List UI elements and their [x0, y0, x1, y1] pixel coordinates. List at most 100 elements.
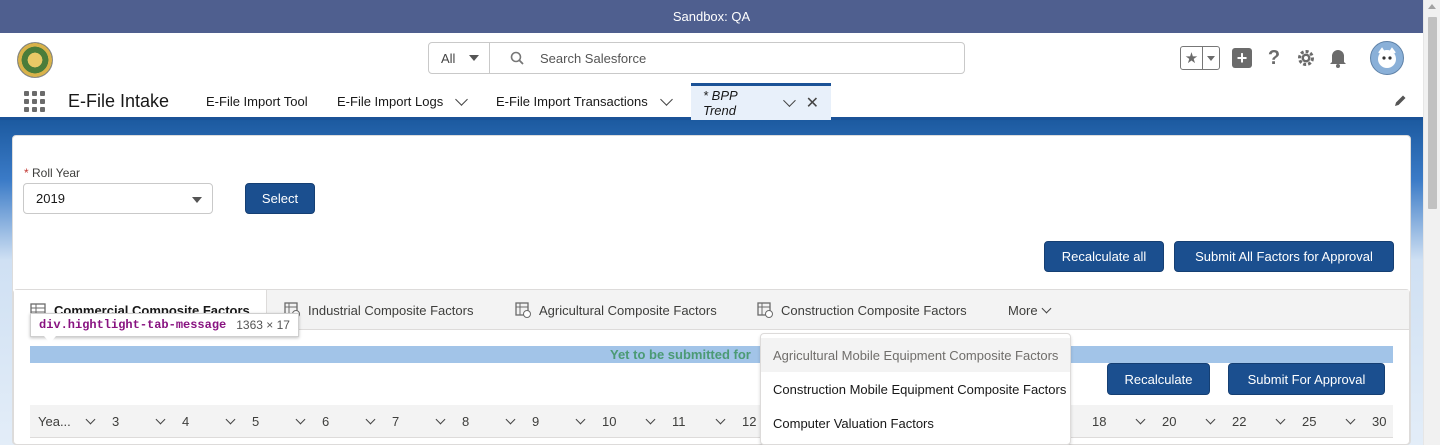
menu-item-construction-mobile-equipment[interactable]: Construction Mobile Equipment Composite …	[761, 372, 1070, 406]
recalculate-all-label: Recalculate all	[1061, 249, 1147, 264]
nav-item-label: E-File Import Logs	[337, 94, 444, 109]
roll-year-label: * Roll Year	[24, 166, 80, 180]
highlight-message-text: Yet to be submitted for	[610, 347, 751, 362]
global-search: All	[428, 42, 965, 74]
column-menu-chevron-icon[interactable]	[295, 405, 306, 438]
scroll-up-arrow-icon[interactable]	[1428, 4, 1436, 9]
favorites-star-icon[interactable]: ★	[1181, 47, 1203, 69]
column-header[interactable]: 12	[742, 405, 756, 438]
column-header[interactable]: 5	[252, 405, 259, 438]
tab-label: Construction Composite Factors	[781, 302, 967, 318]
column-menu-chevron-icon[interactable]	[85, 405, 96, 438]
column-header[interactable]: 6	[322, 405, 329, 438]
select-button[interactable]: Select	[245, 183, 315, 214]
user-avatar[interactable]	[1370, 41, 1404, 75]
column-menu-chevron-icon[interactable]	[575, 405, 586, 438]
sandbox-banner: Sandbox: QA	[0, 0, 1423, 33]
tab-construction-composite-factors[interactable]: Construction Composite Factors	[757, 290, 967, 330]
column-header-label: 3	[112, 414, 120, 429]
search-input[interactable]	[540, 50, 940, 66]
column-header[interactable]: 7	[392, 405, 399, 438]
column-header-label: 8	[462, 414, 470, 429]
column-menu-chevron-icon[interactable]	[225, 405, 236, 438]
column-menu-chevron-icon[interactable]	[715, 405, 726, 438]
column-menu-chevron-icon[interactable]	[505, 405, 516, 438]
column-header[interactable]: 3	[112, 405, 119, 438]
page-scrollbar[interactable]	[1423, 0, 1440, 445]
search-scope-dropdown[interactable]: All	[429, 43, 490, 73]
setup-gear-icon[interactable]	[1296, 48, 1316, 68]
chevron-down-icon[interactable]	[659, 92, 673, 106]
tab-industrial-composite-factors[interactable]: Industrial Composite Factors	[284, 290, 473, 330]
menu-item-computer-valuation-factors[interactable]: Computer Valuation Factors	[761, 406, 1070, 440]
column-header-label: 30	[1372, 414, 1387, 429]
notifications-bell-icon[interactable]	[1328, 48, 1348, 68]
column-menu-chevron-icon[interactable]	[435, 405, 446, 438]
org-logo[interactable]	[17, 42, 53, 78]
help-icon[interactable]: ?	[1264, 47, 1284, 69]
recalculate-button[interactable]: Recalculate	[1107, 363, 1210, 395]
search-scope-label: All	[441, 50, 456, 66]
column-header-label: 12	[742, 414, 757, 429]
column-header-label: 18	[1092, 414, 1107, 429]
nav-item-bpp-trend[interactable]: * BPP Trend ✕	[691, 83, 831, 120]
column-menu-chevron-icon[interactable]	[155, 405, 166, 438]
column-header-label: 22	[1232, 414, 1247, 429]
roll-year-select[interactable]: 2019	[23, 183, 213, 214]
tab-agricultural-composite-factors[interactable]: Agricultural Composite Factors	[515, 290, 717, 330]
global-actions-icon[interactable]: +	[1232, 48, 1252, 68]
app-navigation-bar: E-File Intake E-File Import Tool E-File …	[0, 83, 1423, 120]
column-header-label: 4	[182, 414, 190, 429]
app-name: E-File Intake	[68, 91, 170, 111]
column-header-label: 25	[1302, 414, 1317, 429]
column-menu-chevron-icon[interactable]	[1345, 405, 1356, 438]
caret-down-icon	[192, 197, 202, 203]
column-header[interactable]: 8	[462, 405, 469, 438]
column-header[interactable]: 4	[182, 405, 189, 438]
submit-for-approval-button[interactable]: Submit For Approval	[1228, 363, 1385, 395]
column-menu-chevron-icon[interactable]	[1205, 405, 1216, 438]
column-header-label: 5	[252, 414, 260, 429]
caret-down-icon	[469, 55, 480, 61]
more-label: More	[1008, 302, 1038, 318]
select-button-label: Select	[261, 191, 299, 206]
column-header[interactable]: 9	[532, 405, 539, 438]
tab-label: Agricultural Composite Factors	[539, 302, 717, 318]
app-launcher-icon[interactable]	[24, 91, 48, 112]
edit-nav-pencil-icon[interactable]	[1393, 94, 1407, 111]
column-header-label: 11	[672, 414, 686, 429]
column-menu-chevron-icon[interactable]	[645, 405, 656, 438]
column-header[interactable]: 18	[1092, 405, 1106, 438]
search-field[interactable]	[490, 43, 964, 73]
menu-item-agricultural-mobile-equipment[interactable]: Agricultural Mobile Equipment Composite …	[761, 338, 1070, 372]
nav-item-efile-import-logs[interactable]: E-File Import Logs	[337, 83, 469, 120]
tab-more[interactable]: More	[1008, 290, 1052, 330]
column-header[interactable]: 20	[1162, 405, 1176, 438]
search-icon	[510, 51, 524, 65]
more-tabs-menu: Agricultural Mobile Equipment Composite …	[760, 333, 1071, 445]
submit-all-factors-label: Submit All Factors for Approval	[1195, 249, 1373, 264]
tooltip-pointer	[44, 336, 56, 343]
factors-table-header	[30, 405, 1393, 438]
nav-item-label: E-File Import Transactions	[496, 94, 648, 109]
column-header[interactable]: Yea...	[38, 405, 71, 438]
nav-item-efile-import-tool[interactable]: E-File Import Tool	[206, 83, 308, 120]
chevron-down-icon[interactable]	[455, 92, 469, 106]
column-header[interactable]: 22	[1232, 405, 1246, 438]
submit-all-factors-button[interactable]: Submit All Factors for Approval	[1174, 241, 1394, 272]
column-menu-chevron-icon[interactable]	[365, 405, 376, 438]
column-menu-chevron-icon[interactable]	[1135, 405, 1146, 438]
column-header[interactable]: 11	[672, 405, 686, 438]
chevron-down-icon[interactable]	[783, 94, 796, 107]
close-tab-icon[interactable]: ✕	[806, 93, 819, 113]
column-header-label: 9	[532, 414, 540, 429]
recalculate-all-button[interactable]: Recalculate all	[1044, 241, 1164, 272]
favorites-dropdown-icon[interactable]	[1203, 47, 1219, 69]
column-header[interactable]: 25	[1302, 405, 1316, 438]
nav-item-label: * BPP Trend	[703, 88, 738, 118]
column-header[interactable]: 30	[1372, 405, 1386, 438]
scrollbar-thumb[interactable]	[1428, 17, 1437, 209]
column-header[interactable]: 10	[602, 405, 616, 438]
column-menu-chevron-icon[interactable]	[1275, 405, 1286, 438]
nav-item-efile-import-transactions[interactable]: E-File Import Transactions	[496, 83, 673, 120]
